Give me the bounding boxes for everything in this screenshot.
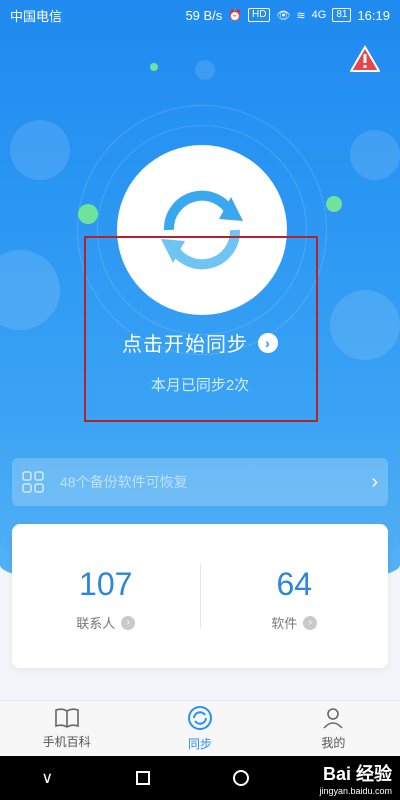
- clock: 16:19: [357, 7, 390, 23]
- contacts-label: 联系人: [76, 616, 116, 631]
- wifi-icon: ≋: [296, 9, 306, 22]
- tab-sync[interactable]: 同步: [133, 701, 266, 756]
- hd-badge: HD: [248, 8, 271, 22]
- bubble: [10, 120, 70, 180]
- apps-grid-icon: [22, 471, 44, 493]
- status-bar: 中国电信 59 B/s ⏰ HD 👁 ≋ 4G 81 16:19: [0, 0, 400, 30]
- tab-label: 同步: [187, 737, 212, 751]
- signal-icon: 4G: [311, 9, 327, 21]
- apps-count: 64: [276, 566, 313, 602]
- battery-indicator: 81: [332, 8, 352, 22]
- green-dot: [326, 196, 342, 212]
- bubble: [350, 130, 400, 180]
- watermark-brand: Bai 经验: [322, 764, 392, 784]
- bubble: [195, 60, 215, 80]
- back-icon[interactable]: ∨: [41, 768, 53, 788]
- alarm-icon: ⏰: [228, 9, 242, 22]
- bottom-tab-bar: 手机百科 同步 我的: [0, 700, 400, 756]
- watermark-logo: Bai 经验 jingyan.baidu.com: [272, 756, 392, 800]
- backup-restore-bar[interactable]: 48个备份软件可恢复 ›: [12, 458, 388, 506]
- chevron-right-icon: ›: [371, 470, 378, 493]
- green-dot: [78, 204, 98, 224]
- green-dot: [150, 63, 158, 71]
- apps-label: 软件: [271, 616, 298, 631]
- chevron-right-icon: ›: [258, 332, 278, 353]
- apps-stat[interactable]: 64 软件 ›: [201, 524, 389, 668]
- network-speed: 59 B/s: [185, 7, 223, 23]
- sync-icon: [187, 706, 212, 730]
- carrier-name: 中国电信: [10, 8, 63, 24]
- start-sync-link[interactable]: 点击开始同步 ›: [0, 328, 400, 357]
- home-icon[interactable]: [135, 771, 150, 785]
- tab-mine[interactable]: 我的: [267, 701, 400, 756]
- stats-card: 107 联系人 › 64 软件 ›: [12, 524, 388, 668]
- chevron-right-icon: ›: [303, 615, 318, 630]
- sync-count-text: 本月已同步2次: [150, 377, 250, 394]
- book-icon: [54, 708, 79, 728]
- watermark-url: jingyan.baidu.com: [319, 786, 392, 796]
- recents-icon[interactable]: [232, 770, 249, 786]
- contacts-stat[interactable]: 107 联系人 ›: [12, 524, 200, 668]
- eye-icon: 👁: [276, 9, 291, 22]
- contacts-count: 107: [79, 566, 133, 602]
- tab-encyclopedia[interactable]: 手机百科: [0, 701, 133, 756]
- person-icon: [323, 708, 343, 729]
- warning-icon[interactable]: [349, 45, 381, 73]
- tab-label: 我的: [321, 736, 346, 750]
- tab-label: 手机百科: [42, 735, 91, 749]
- bubble: [0, 250, 60, 330]
- chevron-right-icon: ›: [121, 615, 136, 630]
- start-sync-label: 点击开始同步: [122, 334, 248, 356]
- backup-text: 48个备份软件可恢复: [60, 474, 188, 490]
